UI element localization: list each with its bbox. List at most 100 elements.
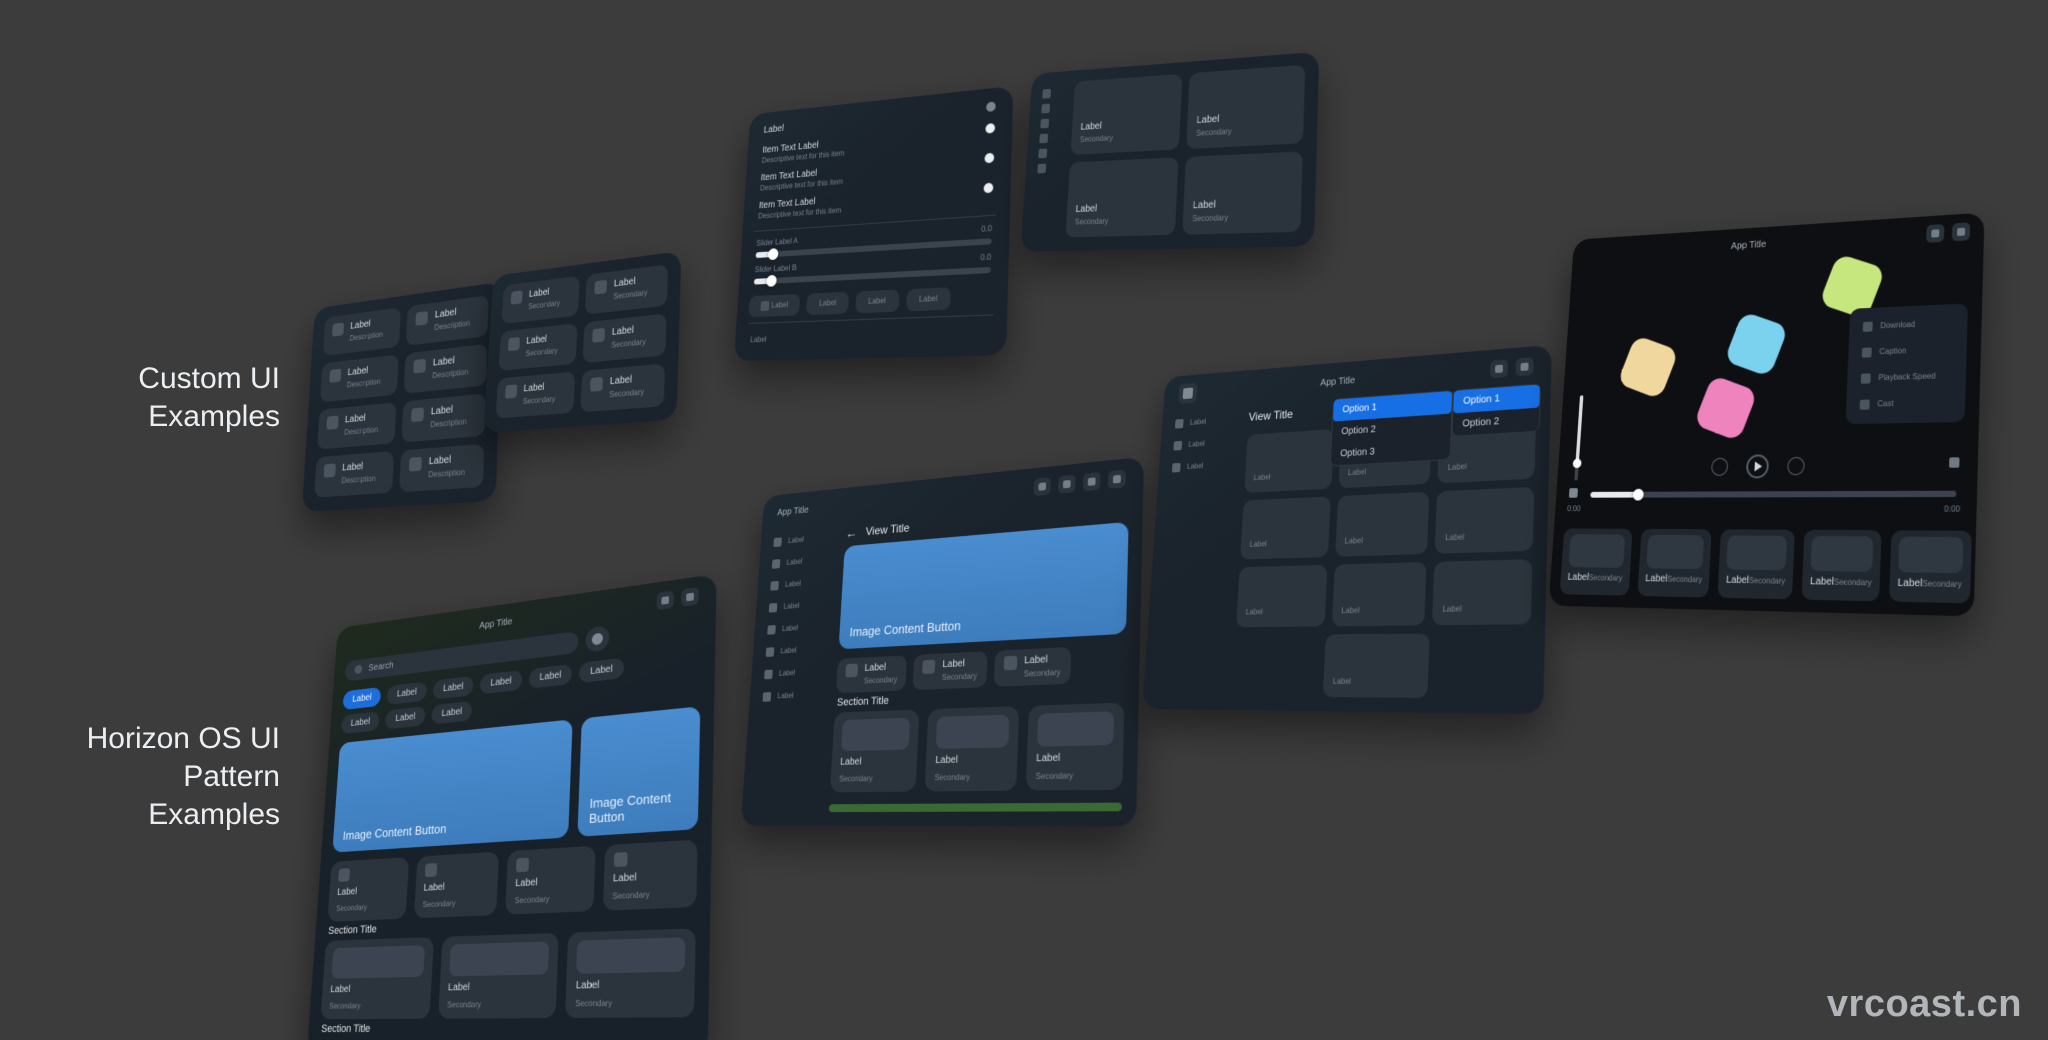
minimize-button[interactable] [1926,224,1944,243]
filter-pill[interactable]: Label [579,658,624,683]
tile[interactable]: LabelDescription [323,307,401,356]
minimize-button[interactable] [1083,472,1101,491]
card[interactable]: LabelSecondary [925,706,1019,791]
card[interactable]: LabelSecondary [830,710,920,793]
radio-dot[interactable] [985,123,995,134]
sidebar-item[interactable]: Label [761,686,828,706]
tile[interactable]: LabelDescription [399,444,484,492]
tile[interactable]: LabelSecondary [585,264,668,314]
grid-tile[interactable]: Label [1244,429,1334,493]
filter-pill[interactable]: Label [431,701,473,725]
close-button[interactable] [681,587,699,607]
sidebar-item[interactable]: Label [1173,411,1241,432]
card[interactable]: LabelSecondary [438,933,559,1019]
share-button[interactable] [1058,475,1076,494]
bottom-tab[interactable]: Label [855,290,899,314]
sidebar-item[interactable]: Label [1170,456,1238,477]
info-icon[interactable] [986,101,996,112]
back-button[interactable]: ← [845,525,858,541]
grid-tile[interactable]: Label [1432,559,1532,625]
grid-tile[interactable]: Label [1331,562,1426,626]
filter-pill[interactable]: Label [480,670,523,695]
grid-tile[interactable]: Label [1240,496,1330,559]
sidebar-item[interactable]: Label [764,640,831,660]
chip[interactable]: LabelSecondary [993,647,1071,687]
menu-speed[interactable]: Playback Speed [1853,365,1960,390]
menu-download[interactable]: Download [1855,312,1962,338]
big-tile[interactable]: LabelSecondary [1070,74,1182,155]
tile[interactable]: LabelSecondary [499,323,578,371]
tile[interactable]: LabelSecondary [580,363,665,412]
card[interactable]: LabelSecondary [565,928,696,1018]
bottom-tab[interactable]: Label [748,294,800,317]
sidebar-item[interactable]: Label [767,595,834,616]
card[interactable]: LabelSecondary [413,852,499,919]
card[interactable]: LabelSecondary [327,857,408,922]
rewind-button[interactable] [1711,458,1728,476]
tile[interactable]: LabelDescription [401,393,485,442]
nav-icon[interactable] [1040,119,1049,129]
menu-button[interactable] [1178,383,1197,404]
fullscreen-button[interactable] [1949,457,1960,468]
grid-tile[interactable]: Label [1438,416,1537,484]
big-tile[interactable]: LabelSecondary [1186,65,1305,149]
sidebar-item[interactable]: Label [771,529,837,551]
chip[interactable]: LabelSecondary [836,655,907,693]
tile[interactable]: LabelSecondary [501,276,579,324]
sidebar-item[interactable]: Label [770,551,836,573]
media-card[interactable]: LabelSecondary [1718,529,1795,599]
nav-icon[interactable] [1038,149,1047,159]
radio-dot[interactable] [984,153,994,164]
card[interactable]: LabelSecondary [1025,703,1124,791]
tile[interactable]: LabelDescription [314,451,394,498]
big-tile[interactable]: LabelSecondary [1182,151,1302,234]
tile[interactable]: LabelDescription [320,354,399,402]
close-button[interactable] [1515,357,1533,376]
filter-pill[interactable]: Label [341,711,380,734]
tile[interactable]: LabelSecondary [583,313,667,363]
tile[interactable]: LabelDescription [404,344,488,394]
filter-pill[interactable]: Label [433,676,474,700]
card[interactable]: LabelSecondary [320,937,433,1019]
menu-cast[interactable]: Cast [1852,391,1960,416]
chip[interactable]: LabelSecondary [913,651,988,690]
sidebar-item[interactable]: Label [762,663,829,683]
scrubber[interactable] [1590,491,1956,498]
minimize-button[interactable] [656,591,674,611]
image-content-button[interactable]: Image Content Button [332,719,572,852]
media-card[interactable]: LabelSecondary [1560,528,1633,595]
filter-pill[interactable]: Label [387,681,427,705]
volume-icon[interactable] [1569,488,1578,498]
dropdown-title[interactable]: Title ▾ [1423,390,1476,415]
grid-tile[interactable]: Label [1323,634,1430,698]
nav-icon[interactable] [1039,134,1048,144]
filter-pill[interactable]: Label [529,664,573,689]
media-card[interactable]: LabelSecondary [1637,529,1712,598]
sidebar-item[interactable]: Label [768,573,834,595]
close-button[interactable] [1952,222,1970,241]
play-button[interactable] [1746,454,1770,478]
grid-tile[interactable]: Label [1236,565,1327,627]
nav-icon[interactable] [1037,164,1046,174]
tile[interactable]: LabelDescription [317,402,396,449]
media-card[interactable]: LabelSecondary [1802,530,1882,602]
card[interactable]: LabelSecondary [602,840,697,911]
nav-icon[interactable] [1041,104,1050,114]
nav-icon[interactable] [1042,89,1051,99]
card[interactable]: LabelSecondary [505,846,595,915]
big-tile[interactable]: LabelSecondary [1065,157,1178,237]
volume-slider[interactable] [1574,395,1583,480]
image-content-button[interactable]: Image Content Button [577,706,700,837]
media-card[interactable]: LabelSecondary [1889,530,1972,603]
tile[interactable]: LabelDescription [406,295,489,346]
bottom-tab[interactable]: Label [906,287,951,311]
dropdown-title[interactable]: Title ▾ [1483,386,1537,412]
grid-tile[interactable]: Label [1335,492,1430,557]
tile[interactable]: LabelSecondary [496,372,576,419]
sidebar-item[interactable]: Label [1171,433,1239,454]
menu-caption[interactable]: Caption [1854,338,1961,364]
filter-pill[interactable]: Label [385,706,425,729]
minimize-button[interactable] [1490,359,1508,378]
close-button[interactable] [1108,469,1126,489]
avatar-button[interactable] [585,625,610,653]
